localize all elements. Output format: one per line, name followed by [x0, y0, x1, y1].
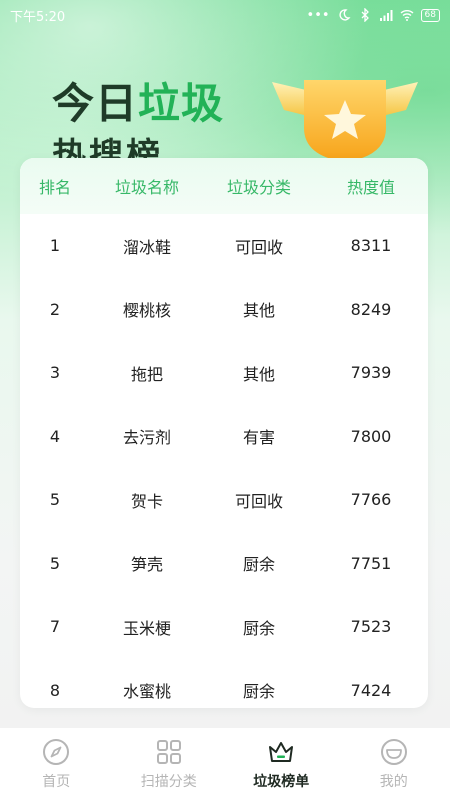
row-rank: 2 [49, 299, 61, 319]
row-heat: 8311 [350, 236, 392, 256]
row-rank: 4 [49, 426, 61, 446]
header-rank: 排名 [38, 178, 71, 197]
row-heat: 7424 [350, 680, 392, 700]
row-name: 溜冰鞋 [122, 237, 171, 257]
row-name: 贺卡 [130, 491, 163, 511]
row-rank: 5 [49, 490, 61, 510]
row-category: 其他 [242, 301, 275, 321]
row-category: 厨余 [242, 618, 275, 638]
row-name: 笋壳 [130, 555, 163, 575]
nav-label-ranking: 垃圾榜单 [253, 774, 310, 790]
battery-indicator: 68 [420, 8, 440, 22]
grid-icon [156, 740, 181, 764]
table-row[interactable]: 8 水蜜桃 厨余 7424 [20, 659, 428, 709]
row-rank: 5 [49, 553, 61, 573]
row-heat: 7751 [350, 553, 392, 573]
bottom-nav: 首页 扫描分类 垃圾榜单 我的 [0, 728, 450, 800]
moon-icon [338, 9, 351, 21]
table-row[interactable]: 2 樱桃核 其他 8249 [20, 278, 428, 342]
crown-icon [269, 742, 294, 762]
status-bar: 下午5:20 ••• 68 [0, 0, 450, 30]
row-rank: 3 [49, 363, 61, 383]
table-row[interactable]: 1 溜冰鞋 可回收 8311 [20, 214, 428, 278]
table-row[interactable]: 4 去污剂 有害 7800 [20, 405, 428, 469]
row-heat: 7800 [350, 426, 392, 446]
table-row[interactable]: 7 玉米梗 厨余 7523 [20, 595, 428, 659]
header-category: 垃圾分类 [226, 178, 291, 197]
row-rank: 1 [49, 236, 61, 256]
row-category: 可回收 [234, 491, 283, 511]
title-part-today: 今日 [52, 79, 139, 128]
row-category: 有害 [242, 428, 275, 448]
row-heat: 7523 [350, 617, 392, 637]
nav-label-home: 首页 [42, 774, 71, 790]
nav-label-scan: 扫描分类 [140, 774, 197, 790]
status-time: 下午5:20 [10, 9, 66, 25]
row-category: 其他 [242, 364, 275, 384]
row-heat: 7939 [350, 363, 392, 383]
row-rank: 8 [49, 680, 61, 700]
row-category: 厨余 [242, 682, 275, 702]
signal-icon [379, 10, 393, 21]
wifi-icon [400, 10, 414, 21]
row-name: 水蜜桃 [122, 682, 171, 702]
nav-item-home[interactable]: 首页 [0, 728, 113, 800]
row-name: 玉米梗 [122, 618, 171, 638]
nav-item-ranking[interactable]: 垃圾榜单 [225, 728, 338, 800]
header-name: 垃圾名称 [114, 178, 179, 197]
page-title: 今日垃圾 [52, 70, 224, 131]
nav-item-scan[interactable]: 扫描分类 [113, 728, 226, 800]
row-rank: 7 [49, 617, 61, 637]
table-header: 排名 垃圾名称 垃圾分类 热度值 [20, 158, 428, 214]
row-name: 去污剂 [122, 428, 171, 448]
table-row[interactable]: 3 拖把 其他 7939 [20, 341, 428, 405]
title-part-garbage: 垃圾 [138, 79, 225, 128]
row-heat: 7766 [350, 490, 392, 510]
table-row[interactable]: 5 贺卡 可回收 7766 [20, 468, 428, 532]
row-heat: 8249 [350, 299, 392, 319]
row-name: 樱桃核 [122, 301, 171, 321]
row-category: 可回收 [234, 237, 283, 257]
nav-item-mine[interactable]: 我的 [338, 728, 450, 800]
row-name: 拖把 [130, 364, 163, 384]
ranking-card: 排名 垃圾名称 垃圾分类 热度值 1 溜冰鞋 可回收 8311 2 樱桃核 其他… [20, 158, 428, 708]
table-row[interactable]: 5 笋壳 厨余 7751 [20, 532, 428, 596]
smiley-icon [380, 739, 407, 765]
dots-icon: ••• [306, 7, 330, 23]
header-heat: 热度值 [346, 178, 395, 197]
row-category: 厨余 [242, 555, 275, 575]
compass-icon [43, 739, 70, 765]
bluetooth-icon [361, 8, 369, 22]
nav-label-mine: 我的 [379, 774, 408, 790]
